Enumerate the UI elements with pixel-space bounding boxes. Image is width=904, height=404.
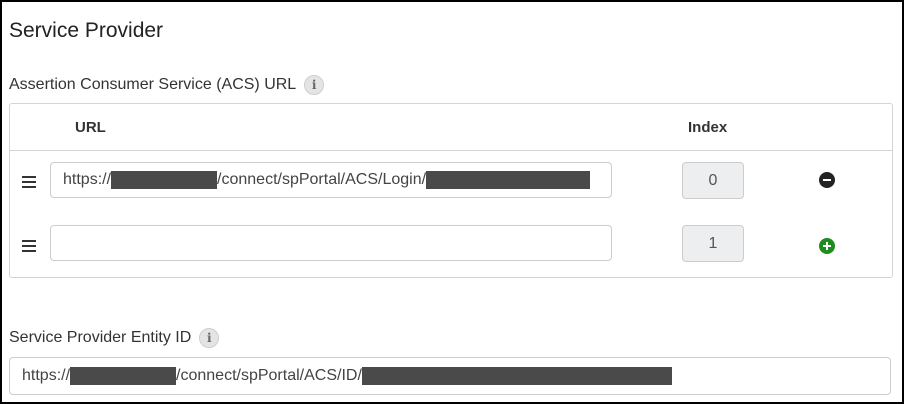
url-prefix: https:// [63, 171, 112, 188]
index-field: 1 [682, 225, 744, 262]
url-path: /connect/spPortal/ACS/Login/ [217, 171, 427, 188]
minus-circle-icon[interactable] [819, 172, 835, 188]
url-column-header: URL [75, 119, 106, 136]
redacted-host [70, 367, 177, 385]
acs-url-input[interactable]: https:// /connect/spPortal/ACS/Login/ [50, 162, 612, 198]
drag-handle-icon[interactable] [22, 240, 36, 252]
redacted-suffix [426, 171, 591, 189]
info-icon[interactable]: i [199, 328, 220, 348]
index-field: 0 [682, 162, 744, 199]
acs-url-table: URL Index https:// /connect/spPortal/ACS… [9, 103, 893, 278]
acs-url-label-row: Assertion Consumer Service (ACS) URL i [9, 75, 325, 95]
section-title: Service Provider [9, 19, 164, 42]
acs-url-input-empty[interactable] [50, 225, 612, 261]
plus-circle-icon[interactable] [819, 238, 835, 254]
acs-url-label: Assertion Consumer Service (ACS) URL [9, 76, 297, 93]
index-column-header: Index [688, 119, 728, 136]
entity-id-input[interactable]: https:// /connect/spPortal/ACS/ID/ [9, 357, 891, 395]
redacted-host [111, 171, 218, 189]
header-divider [10, 150, 892, 151]
service-provider-panel: Service Provider Assertion Consumer Serv… [0, 0, 904, 404]
entity-id-label: Service Provider Entity ID [9, 329, 192, 346]
info-icon[interactable]: i [304, 75, 325, 95]
entity-path: /connect/spPortal/ACS/ID/ [176, 367, 362, 384]
drag-handle-icon[interactable] [22, 176, 36, 188]
entity-prefix: https:// [22, 367, 71, 384]
redacted-suffix [361, 367, 672, 385]
entity-id-label-row: Service Provider Entity ID i [9, 328, 220, 348]
